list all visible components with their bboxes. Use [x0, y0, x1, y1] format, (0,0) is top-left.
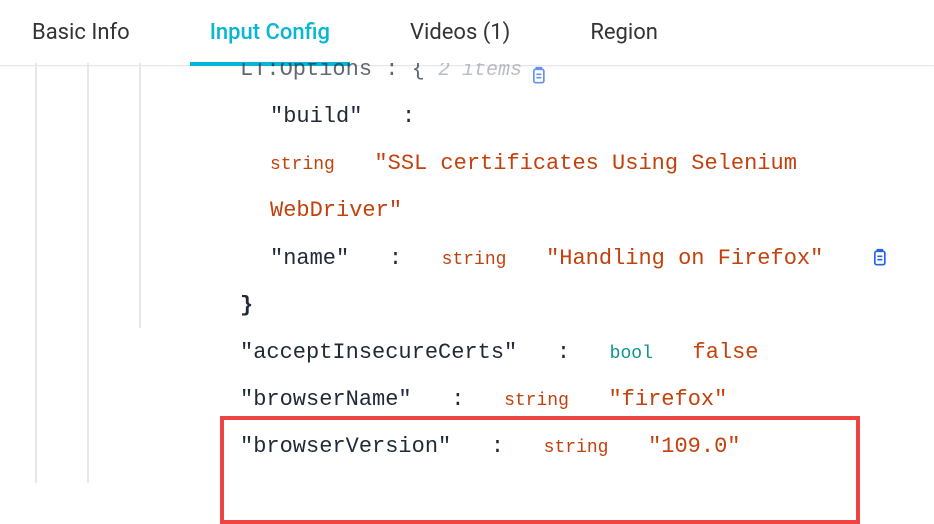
json-value: "109.0" — [648, 434, 740, 459]
json-value: "SSL certificates Using Selenium — [374, 151, 796, 176]
json-colon: : — [451, 387, 464, 412]
tab-videos[interactable]: Videos (1) — [390, 0, 530, 66]
json-value: WebDriver" — [270, 198, 402, 223]
tab-input-config[interactable]: Input Config — [190, 0, 350, 66]
json-key: LT:Options — [240, 63, 372, 87]
json-meta-items: 2 items — [438, 63, 522, 87]
json-line-accept-insecure: "acceptInsecureCerts" : bool false — [240, 329, 934, 376]
tab-label: Input Config — [210, 20, 330, 45]
json-type-string: string — [544, 438, 609, 458]
clipboard-icon[interactable] — [869, 247, 889, 269]
tab-label: Basic Info — [32, 20, 130, 45]
tab-region[interactable]: Region — [570, 0, 678, 66]
json-line-name: "name" : string "Handling on Firefox" — [240, 235, 934, 282]
json-colon: : — [491, 434, 504, 459]
json-type-bool: bool — [610, 344, 653, 364]
json-line-browser-version: "browserVersion" : string "109.0" — [240, 423, 934, 470]
json-colon: : — [402, 104, 415, 129]
tab-bar: Basic Info Input Config Videos (1) Regio… — [0, 0, 934, 66]
json-key: "browserVersion" — [240, 434, 451, 459]
json-viewer: LT:Options : { 2 items "build" : string — [0, 63, 934, 471]
json-colon: : — [385, 63, 398, 87]
tab-label: Region — [590, 20, 658, 45]
json-line-build-key: "build" : — [240, 93, 934, 140]
json-line-build-value: string "SSL certificates Using Selenium — [240, 140, 934, 187]
clipboard-icon[interactable] — [528, 65, 548, 87]
json-close-brace: } — [240, 282, 934, 329]
json-line-build-value-2: WebDriver" — [240, 187, 934, 234]
json-value: "firefox" — [608, 387, 727, 412]
json-key: "browserName" — [240, 387, 412, 412]
json-value: "Handling on Firefox" — [546, 246, 823, 271]
json-key: "name" — [270, 246, 349, 271]
code-area: LT:Options : { 2 items "build" : string — [30, 63, 934, 471]
json-key: "acceptInsecureCerts" — [240, 340, 517, 365]
json-punct — [398, 63, 411, 87]
json-type-string: string — [442, 250, 507, 270]
tab-label: Videos (1) — [410, 20, 510, 45]
json-value: false — [693, 340, 759, 365]
json-punct — [372, 63, 385, 87]
json-line-browser-name: "browserName" : string "firefox" — [240, 376, 934, 423]
json-key: "build" — [270, 104, 362, 129]
json-type-string: string — [504, 391, 569, 411]
json-brace: } — [240, 293, 253, 318]
json-type-string: string — [270, 155, 335, 175]
json-brace: { — [412, 63, 425, 87]
json-colon: : — [557, 340, 570, 365]
json-colon: : — [389, 246, 402, 271]
json-line-lt-options: LT:Options : { 2 items — [240, 63, 934, 93]
tab-basic-info[interactable]: Basic Info — [12, 0, 150, 66]
